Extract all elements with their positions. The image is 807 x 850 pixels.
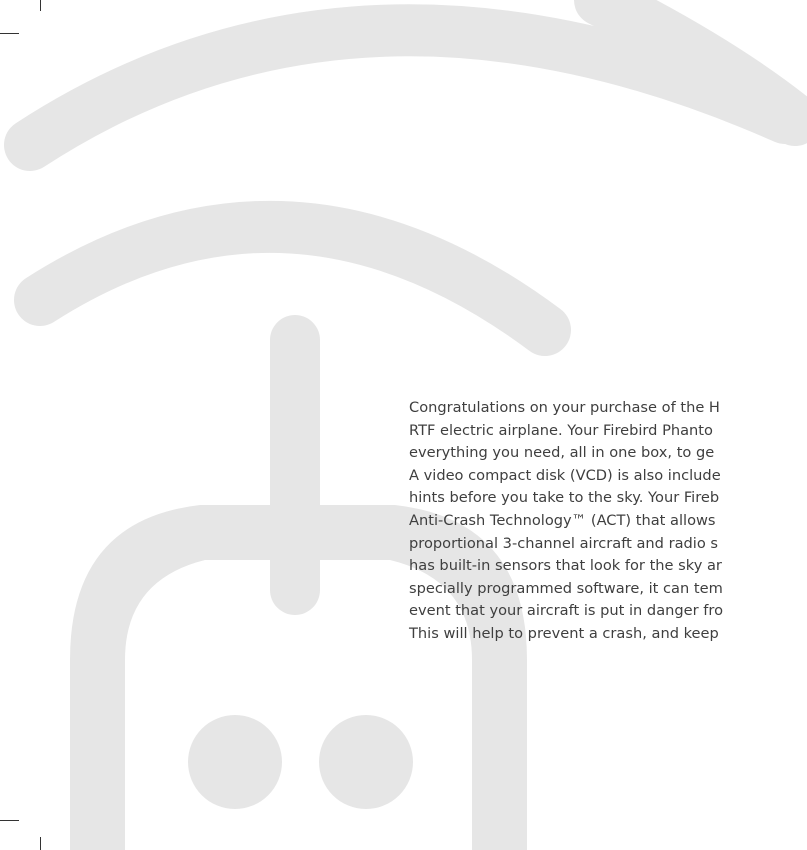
crop-mark-top-vertical [40,0,41,11]
intro-line: hints before you take to the sky. Your F… [409,489,720,507]
intro-line: Congratulations on your purchase of the … [409,399,720,416]
manual-page: Congratulations on your purchase of the … [0,0,807,850]
transmitter-right-stick [319,715,413,809]
intro-line: event that your aircraft is put in dange… [409,602,724,620]
intro-paragraph: Congratulations on your purchase of the … [409,397,807,646]
intro-line: has built-in sensors that look for the s… [409,557,722,575]
signal-arc-inner [14,200,571,356]
crop-mark-bottom-vertical [40,837,41,850]
intro-line: This will help to prevent a crash, and k… [409,624,719,642]
transmitter-left-stick [188,715,282,809]
intro-line: everything you need, all in one box, to … [409,444,715,462]
intro-line: A video compact disk (VCD) is also inclu… [409,466,721,484]
intro-line: specially programmed software, it can te… [409,579,723,597]
intro-line: proportional 3-channel aircraft and radi… [409,534,719,552]
intro-line: Anti-Crash Technology™ (ACT) that allows [409,511,716,529]
crop-mark-top-horizontal [0,33,19,34]
crop-mark-bottom-horizontal [0,820,19,821]
intro-line: RTF electric airplane. Your Firebird Pha… [409,421,713,439]
transmitter-antenna [270,315,320,615]
